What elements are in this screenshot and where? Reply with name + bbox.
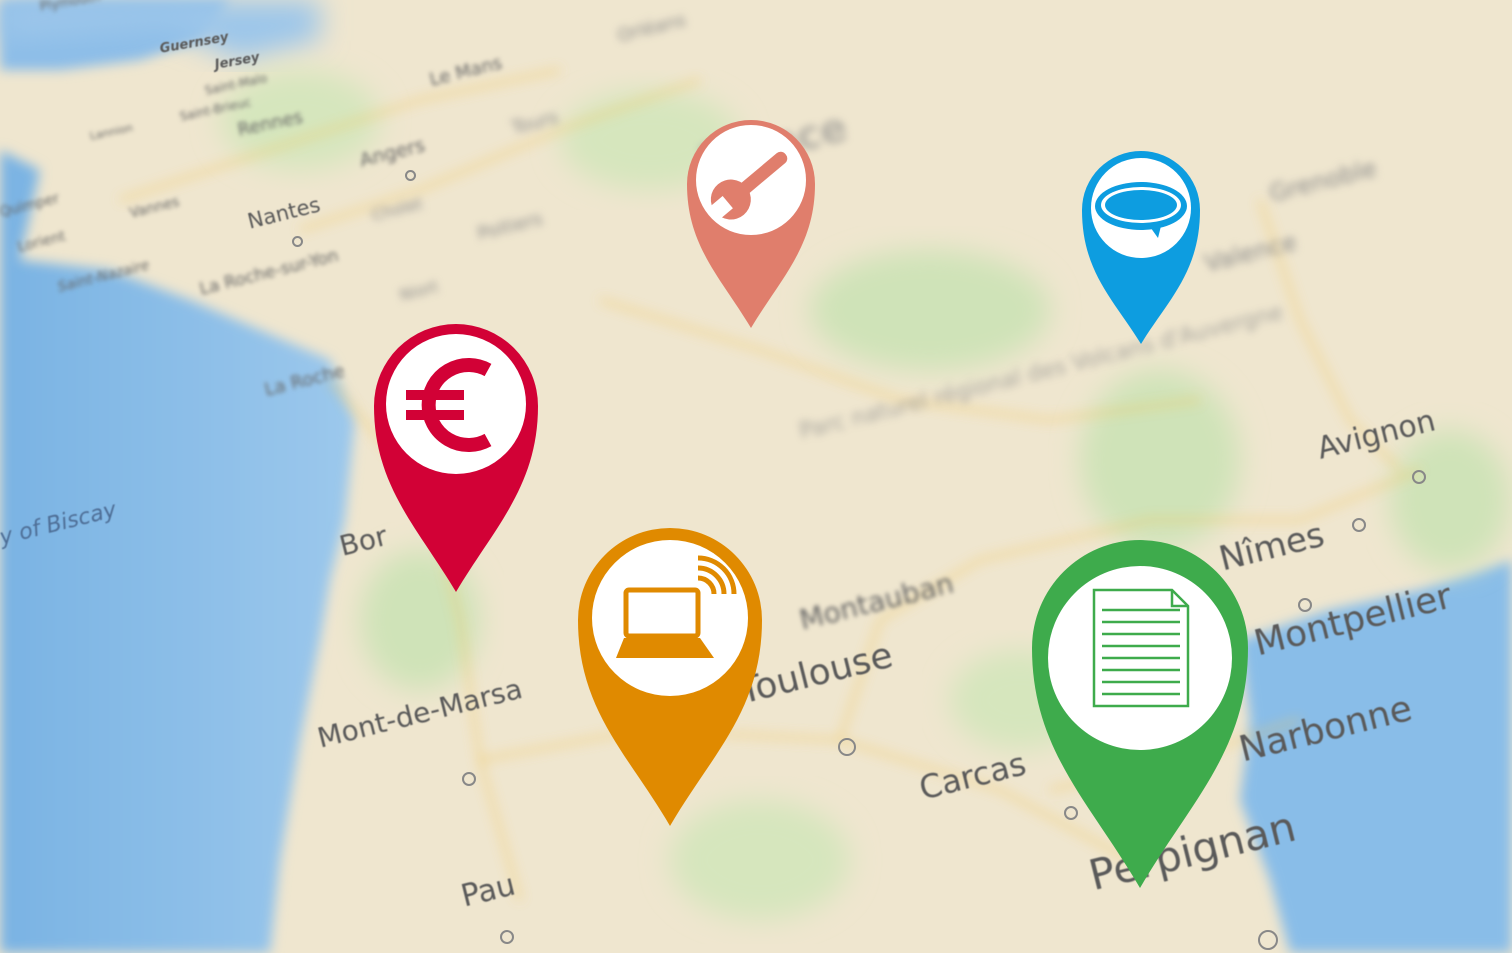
document-map-pin[interactable] bbox=[1030, 540, 1250, 890]
city-dot-angers bbox=[405, 170, 416, 181]
city-dot-avignon bbox=[1412, 470, 1426, 484]
map-background[interactable]: Plymouth Guernsey Jersey Saint-Malo Sain… bbox=[0, 0, 1512, 953]
city-dot-nimes bbox=[1352, 518, 1366, 532]
city-dot-perpignan bbox=[1258, 930, 1278, 950]
wrench-map-pin[interactable] bbox=[685, 118, 817, 330]
city-dot-toulouse bbox=[838, 738, 856, 756]
city-dot-pau bbox=[500, 930, 514, 944]
laptop-map-pin[interactable] bbox=[576, 526, 764, 828]
chat-map-pin[interactable] bbox=[1080, 150, 1202, 346]
euro-map-pin[interactable] bbox=[372, 322, 540, 594]
city-dot-mont-de-marsan bbox=[462, 772, 476, 786]
city-dot-montpellier bbox=[1298, 598, 1312, 612]
city-dot-nantes bbox=[292, 236, 303, 247]
